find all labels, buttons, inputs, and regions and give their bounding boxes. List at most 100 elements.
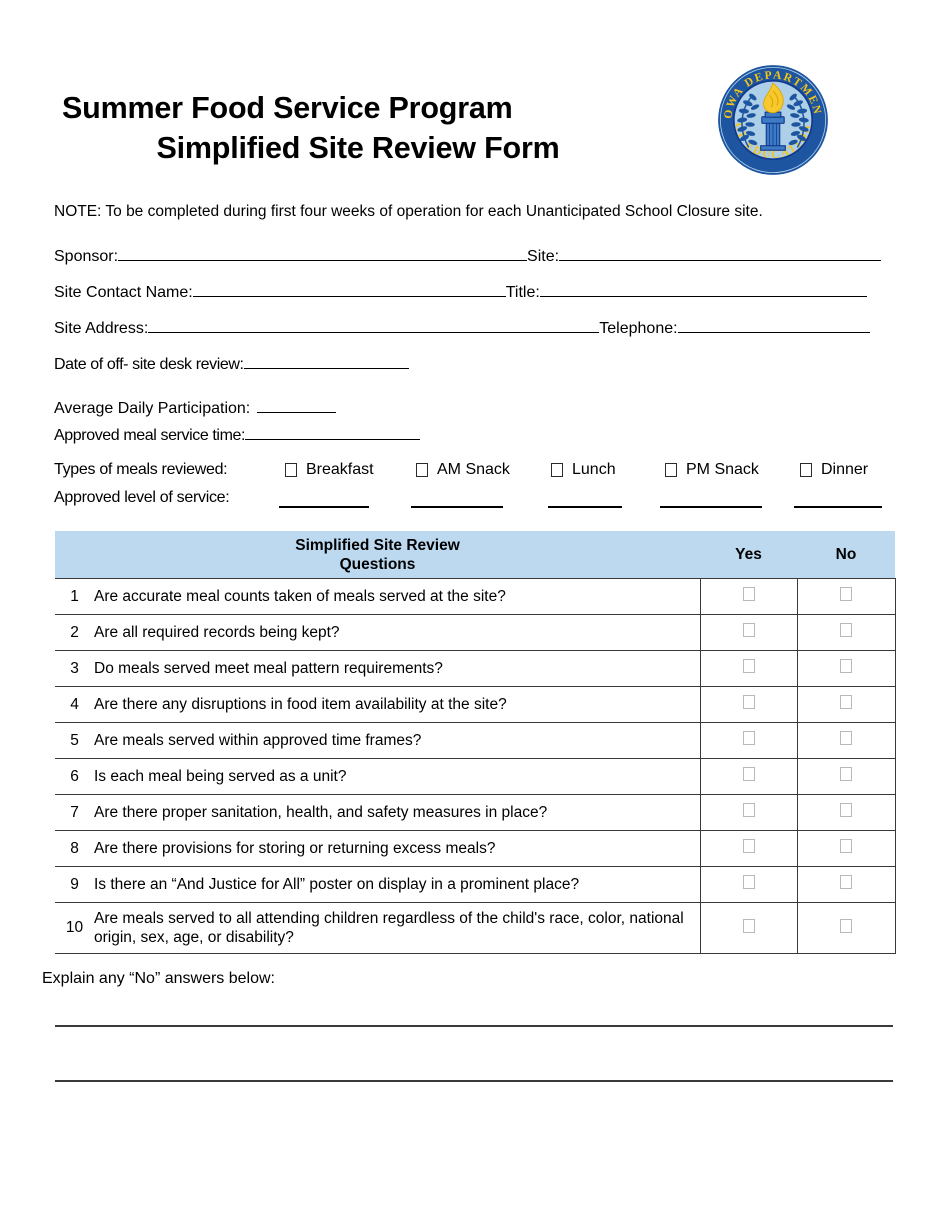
checkbox-breakfast-icon[interactable]	[285, 463, 297, 477]
average-daily-participation-label: Average Daily Participation:	[54, 400, 251, 417]
service-level-pm-snack-input[interactable]	[660, 506, 762, 508]
row-answer-no[interactable]	[796, 794, 896, 831]
row-question: Are there provisions for storing or retu…	[94, 840, 496, 857]
meal-option-am-snack[interactable]: AM Snack	[416, 461, 510, 479]
row-question: Are accurate meal counts taken of meals …	[94, 588, 506, 605]
site-address-label: Site Address:	[54, 320, 149, 337]
checkbox-yes-icon[interactable]	[742, 731, 755, 745]
checkbox-yes-icon[interactable]	[742, 623, 755, 637]
checkbox-yes-icon[interactable]	[742, 695, 755, 709]
checkbox-yes-icon[interactable]	[742, 659, 755, 673]
checkbox-pm-snack-icon[interactable]	[665, 463, 677, 477]
row-question: Are there proper sanitation, health, and…	[94, 804, 548, 821]
approved-level-of-service-label: Approved level of service:	[54, 489, 230, 506]
types-of-meals-reviewed-label: Types of meals reviewed:	[54, 461, 228, 478]
table-header-yes: Yes	[700, 531, 797, 579]
table-row: 5 Are meals served within approved time …	[55, 722, 896, 759]
field-row-address-telephone: Site Address: Telephone:	[54, 317, 870, 338]
row-answer-yes[interactable]	[699, 758, 797, 795]
row-answer-yes[interactable]	[699, 866, 797, 903]
sponsor-input[interactable]	[118, 245, 528, 261]
service-level-dinner-input[interactable]	[794, 506, 882, 508]
site-contact-name-input[interactable]	[192, 281, 506, 297]
row-answer-no[interactable]	[796, 686, 896, 723]
table-header-questions-line-1: Simplified Site Review	[295, 536, 460, 554]
average-daily-participation-input[interactable]	[257, 397, 337, 413]
row-answer-no[interactable]	[796, 902, 896, 954]
checkbox-no-icon[interactable]	[840, 587, 852, 601]
checkbox-no-icon[interactable]	[840, 695, 852, 709]
row-answer-no[interactable]	[796, 650, 896, 687]
table-row: 4 Are there any disruptions in food item…	[55, 686, 896, 723]
approved-meal-service-time-label: Approved meal service time:	[54, 427, 246, 444]
row-answer-yes[interactable]	[699, 686, 797, 723]
explain-answer-line-2[interactable]	[55, 1080, 893, 1082]
table-header-no: No	[797, 531, 895, 579]
site-address-input[interactable]	[148, 317, 600, 333]
row-answer-yes[interactable]	[699, 830, 797, 867]
row-answer-no[interactable]	[796, 830, 896, 867]
meal-option-pm-snack[interactable]: PM Snack	[665, 461, 759, 479]
checkbox-no-icon[interactable]	[840, 803, 852, 817]
table-header-questions-line-2: Questions	[339, 555, 416, 573]
row-question: Are meals served within approved time fr…	[94, 732, 422, 749]
field-row-sponsor-site: Sponsor: Site:	[54, 245, 882, 266]
simplified-site-review-table: Simplified Site Review Questions Yes No …	[55, 531, 896, 954]
checkbox-yes-icon[interactable]	[742, 767, 755, 781]
checkbox-am-snack-icon[interactable]	[416, 463, 428, 477]
title-input[interactable]	[539, 281, 867, 297]
row-answer-yes[interactable]	[699, 794, 797, 831]
row-number: 9	[70, 875, 79, 893]
checkbox-yes-icon[interactable]	[742, 839, 755, 853]
meal-option-dinner[interactable]: Dinner	[800, 461, 868, 479]
field-row-meal-service-time: Approved meal service time:	[54, 424, 421, 445]
checkbox-lunch-icon[interactable]	[551, 463, 563, 477]
row-answer-yes[interactable]	[699, 902, 797, 954]
service-level-am-snack-input[interactable]	[411, 506, 503, 508]
service-level-lunch-input[interactable]	[548, 506, 622, 508]
meal-option-breakfast[interactable]: Breakfast	[285, 461, 374, 479]
row-number: 5	[70, 731, 79, 749]
checkbox-yes-icon[interactable]	[742, 875, 755, 889]
row-number: 3	[70, 659, 79, 677]
checkbox-no-icon[interactable]	[840, 731, 852, 745]
offsite-desk-review-input[interactable]	[243, 353, 409, 369]
meal-option-lunch[interactable]: Lunch	[551, 461, 616, 479]
telephone-input[interactable]	[677, 317, 870, 333]
offsite-desk-review-label: Date of off- site desk review:	[54, 356, 244, 373]
checkbox-no-icon[interactable]	[840, 659, 852, 673]
checkbox-dinner-icon[interactable]	[800, 463, 812, 477]
row-answer-yes[interactable]	[699, 722, 797, 759]
site-input[interactable]	[559, 245, 882, 261]
table-body: 1 Are accurate meal counts taken of meal…	[55, 578, 896, 954]
sponsor-label: Sponsor:	[54, 248, 119, 265]
approved-meal-service-time-input[interactable]	[245, 424, 421, 440]
page-header: Summer Food Service Program Simplified S…	[0, 0, 950, 190]
row-answer-no[interactable]	[796, 758, 896, 795]
meal-option-breakfast-label: Breakfast	[306, 461, 374, 478]
service-level-breakfast-input[interactable]	[279, 506, 369, 508]
row-question: Are there any disruptions in food item a…	[94, 696, 507, 713]
row-answer-no[interactable]	[796, 578, 896, 615]
page-title-line-2: Simplified Site Review Form	[156, 131, 560, 165]
site-label: Site:	[527, 248, 560, 265]
checkbox-yes-icon[interactable]	[742, 587, 755, 601]
checkbox-yes-icon[interactable]	[742, 918, 755, 933]
table-row: 1 Are accurate meal counts taken of meal…	[55, 578, 896, 615]
row-answer-yes[interactable]	[699, 614, 797, 651]
row-answer-yes[interactable]	[699, 578, 797, 615]
checkbox-no-icon[interactable]	[840, 875, 852, 889]
explain-answer-line-1[interactable]	[55, 1025, 893, 1027]
row-answer-no[interactable]	[796, 866, 896, 903]
checkbox-no-icon[interactable]	[840, 839, 852, 853]
checkbox-no-icon[interactable]	[840, 918, 852, 933]
title-label: Title:	[505, 284, 540, 301]
row-answer-no[interactable]	[796, 614, 896, 651]
row-answer-yes[interactable]	[699, 650, 797, 687]
field-row-average-daily-participation: Average Daily Participation:	[54, 397, 337, 418]
row-question: Do meals served meet meal pattern requir…	[94, 660, 443, 677]
checkbox-yes-icon[interactable]	[742, 803, 755, 817]
checkbox-no-icon[interactable]	[840, 767, 852, 781]
checkbox-no-icon[interactable]	[840, 623, 852, 637]
row-answer-no[interactable]	[796, 722, 896, 759]
